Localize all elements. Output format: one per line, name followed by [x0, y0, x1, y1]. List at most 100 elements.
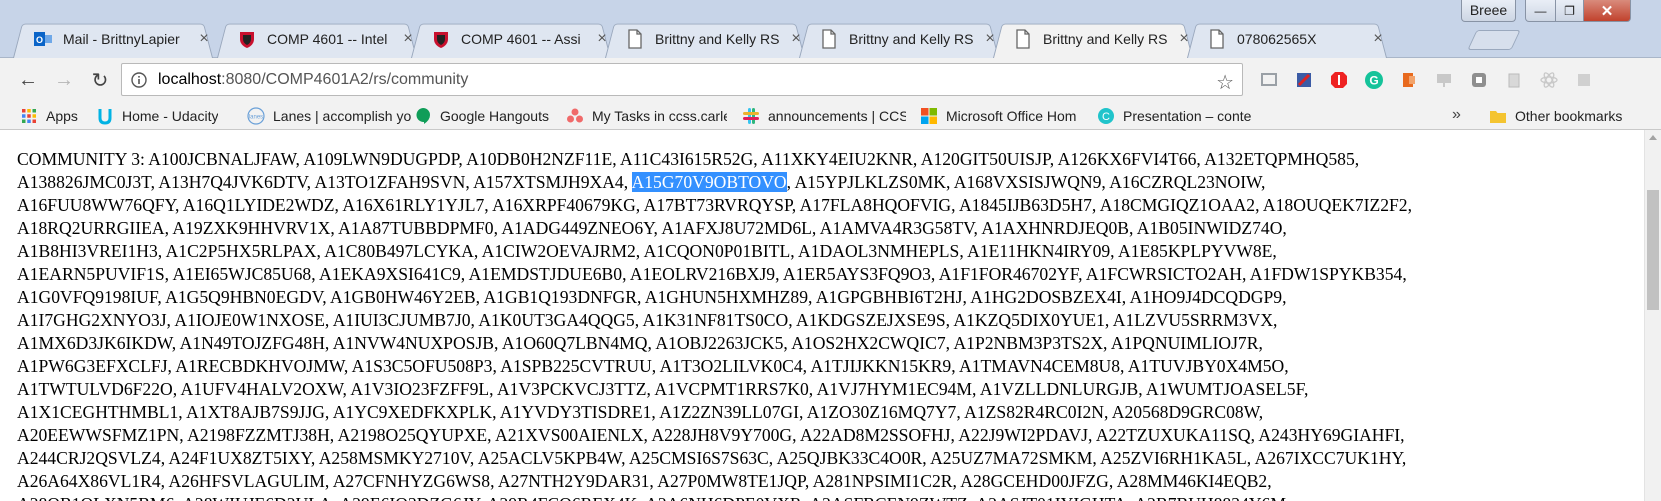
outlook-mail-icon: O — [33, 29, 53, 49]
text-line: A1I7GHG2XNYO3J, A1IOJE0W1NXOSE, A1IUI3CJ… — [17, 310, 1278, 330]
reload-button[interactable]: ↻ — [88, 68, 112, 92]
udacity-icon — [96, 107, 114, 125]
react-devtools-icon[interactable] — [1538, 69, 1560, 91]
cast-icon[interactable] — [1258, 69, 1280, 91]
text-line: A20EEWWSFMZ1PN, A2198FZZMTJ38H, A2198O25… — [17, 425, 1405, 445]
tab-strip: O Mail - BrittnyLapier × COMP 4601 -- Intel… — [0, 0, 1661, 58]
text-line: A26A64X86VL1R4, A26HFSVLAGULIM, A27CFNHY… — [17, 471, 1272, 491]
profile-button[interactable]: Breee — [1461, 0, 1516, 22]
scroll-up-arrow-icon[interactable] — [1649, 135, 1657, 140]
folder-icon — [1489, 107, 1507, 125]
tab-title: 078062565X — [1237, 31, 1317, 47]
document-icon — [1207, 29, 1227, 49]
document-icon — [1013, 29, 1033, 49]
tab[interactable]: O Mail - BrittnyLapier × — [13, 20, 213, 58]
text-line: A1PW6G3EFXCLFJ, A1RECBDKHVOJMW, A1S3C5OF… — [17, 356, 1289, 376]
text-line: A28OB1QLXN5BM6, A28WIUJE6D2ULA, A29E6IQ3… — [17, 493, 1637, 501]
url-text[interactable]: localhost:8080/COMP4601A2/rs/community — [158, 71, 468, 89]
shield-crest-icon — [431, 29, 451, 49]
extension-icon[interactable] — [1573, 69, 1595, 91]
tab-close-icon[interactable]: × — [196, 30, 212, 48]
bookmark-apps[interactable]: Apps — [20, 105, 78, 127]
bookmark-lanes[interactable]: lanes Lanes | accomplish yo — [247, 105, 427, 127]
tab-title: Mail - BrittnyLapier — [63, 31, 180, 47]
bookmark-hangouts[interactable]: Google Hangouts — [414, 105, 549, 127]
other-bookmarks-label: Other bookmarks — [1515, 108, 1623, 124]
back-button[interactable]: ← — [16, 68, 40, 92]
text-line: A1EARN5PUVIF1S, A1EI65WJC85U68, A1EKA9XS… — [17, 264, 1407, 284]
bookmark-udacity[interactable]: Home - Udacity — [96, 105, 218, 127]
url-path: :8080/COMP4601A2/rs/community — [221, 70, 469, 88]
shield-crest-icon — [237, 29, 257, 49]
bookmark-label: Presentation – conte — [1123, 108, 1252, 124]
bookmark-label: announcements | CCS — [768, 108, 906, 124]
new-tab-button[interactable] — [1467, 30, 1521, 50]
text-line: A1MX6D3JK6IKDW, A1N49TOJZFG48H, A1NVW4NU… — [17, 333, 1263, 353]
text-line: A138826JMC0J3T, A13H7Q4JVK6DTV, A13TO1ZF… — [17, 172, 1266, 192]
tab[interactable]: COMP 4601 -- Intel × — [217, 20, 417, 58]
canva-icon: C — [1097, 107, 1115, 125]
other-bookmarks[interactable]: Other bookmarks — [1489, 105, 1622, 127]
address-bar[interactable]: localhost:8080/COMP4601A2/rs/community ☆ — [121, 63, 1243, 96]
tab-title: COMP 4601 -- Intel — [267, 31, 388, 47]
tab[interactable]: Brittny and Kelly RS × — [799, 20, 999, 58]
apps-grid-icon — [20, 107, 38, 125]
community-listing: COMMUNITY 3: A100JCBNALJFAW, A109LWN9DUG… — [17, 130, 1637, 501]
url-host: localhost — [158, 70, 222, 88]
bookmark-announcements[interactable]: announcements | CCS — [742, 105, 906, 127]
tab-title: Brittny and Kelly RS — [1043, 31, 1168, 47]
bookmark-label: Lanes | accomplish yo — [273, 108, 412, 124]
text-line: A1TWTULVD6F22O, A1UFV4HALV2OXW, A1V3IO23… — [17, 379, 1309, 399]
bookmark-microsoft-office[interactable]: Microsoft Office Hom — [920, 105, 1086, 127]
svg-text:C: C — [1102, 111, 1110, 123]
text-line: COMMUNITY 3: A100JCBNALJFAW, A109LWN9DUG… — [17, 149, 1360, 169]
tab[interactable]: COMP 4601 -- Assi × — [411, 20, 611, 58]
tab[interactable]: 078062565X × — [1187, 20, 1387, 58]
text-line: A1X1CEGHTHMBL1, A1XT8AJB7S9JJG, A1YC9XED… — [17, 402, 1264, 422]
tab-close-icon[interactable]: × — [1370, 30, 1386, 48]
tab[interactable]: Brittny and Kelly RS × — [605, 20, 805, 58]
slack-icon — [742, 107, 760, 125]
more-bookmarks-chevron[interactable]: » — [1452, 106, 1461, 124]
grammarly-icon[interactable]: G — [1363, 69, 1385, 91]
bookmark-star-icon[interactable]: ☆ — [1216, 70, 1234, 95]
bookmarks-bar: Apps Home - Udacity lanes Lanes | accomp… — [0, 102, 1661, 130]
page-viewport: COMMUNITY 3: A100JCBNALJFAW, A109LWN9DUG… — [0, 130, 1661, 501]
text-line: A16FUU8WW76QFY, A16Q1LYIDE2WDZ, A16X61RL… — [17, 195, 1412, 215]
forward-button[interactable]: → — [52, 68, 76, 92]
text-line — [17, 130, 1637, 148]
flag-extension-icon[interactable] — [1293, 69, 1315, 91]
hangouts-icon — [414, 107, 432, 125]
maximize-button[interactable]: ❐ — [1555, 0, 1584, 22]
clipboard-extension-icon[interactable] — [1503, 69, 1525, 91]
office-extension-icon[interactable] — [1398, 69, 1420, 91]
microsoft-icon — [920, 107, 938, 125]
pocket-extension-icon[interactable] — [1468, 69, 1490, 91]
text-line: A244CRJ2QSVLZ4, A24F1UX8ZT5IXY, A258MSMK… — [17, 448, 1407, 468]
document-icon — [625, 29, 645, 49]
tab-title: Brittny and Kelly RS — [849, 31, 974, 47]
selected-text: A15G70V9OBTOVO — [631, 172, 787, 192]
tab-title: COMP 4601 -- Assi — [461, 31, 581, 47]
minimize-button[interactable]: — — [1525, 0, 1556, 22]
text-line: A18RQ2URRGIIEA, A19ZXK9HHVRV1X, A1A87TUB… — [17, 218, 1287, 238]
bookmark-label: Microsoft Office Hom — [946, 108, 1077, 124]
text-line: A1B8HI3VREI1H3, A1C2P5HX5RLPAX, A1C80B49… — [17, 241, 1277, 261]
tab-title: Brittny and Kelly RS — [655, 31, 780, 47]
scrollbar-thumb[interactable] — [1647, 190, 1659, 310]
bookmark-presentation[interactable]: C Presentation – conte — [1097, 105, 1268, 127]
close-window-button[interactable]: ✕ — [1583, 0, 1631, 22]
info-icon[interactable] — [130, 71, 148, 89]
svg-text:O: O — [36, 35, 43, 45]
tab-active[interactable]: Brittny and Kelly RS × — [993, 20, 1193, 58]
vertical-scrollbar[interactable] — [1644, 130, 1661, 501]
lanes-icon: lanes — [247, 107, 265, 125]
bookmark-label: Google Hangouts — [440, 108, 549, 124]
presentation-extension-icon[interactable] — [1433, 69, 1455, 91]
bookmark-label: My Tasks in ccss.carle — [592, 108, 727, 124]
adblock-icon[interactable] — [1328, 69, 1350, 91]
asana-icon — [566, 107, 584, 125]
bookmark-my-tasks[interactable]: My Tasks in ccss.carle — [566, 105, 727, 127]
document-icon — [819, 29, 839, 49]
text-line: A1G0VFQ9198IUF, A1G5Q9HBN0EGDV, A1GB0HW4… — [17, 287, 1287, 307]
